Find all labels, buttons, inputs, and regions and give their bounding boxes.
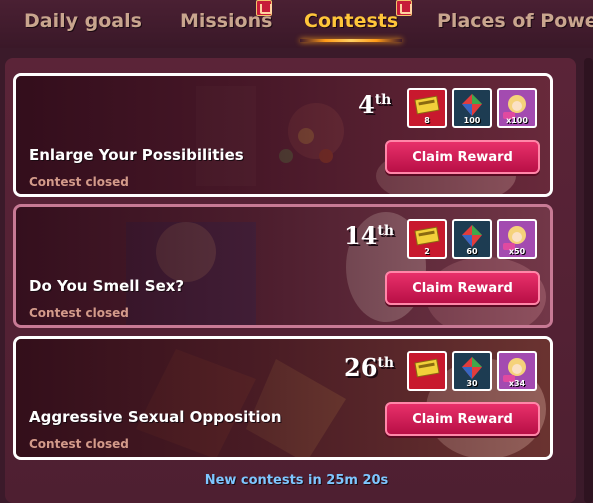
reward-amount: 2 bbox=[424, 247, 430, 256]
gems-reward[interactable]: 60 bbox=[452, 219, 492, 259]
kobans-reward[interactable]: 2 bbox=[407, 219, 447, 259]
reward-amount: 60 bbox=[466, 247, 478, 256]
reward-amount: x34 bbox=[508, 379, 526, 388]
contest-rank: 4th bbox=[358, 90, 391, 119]
tab-places-of-power[interactable]: Places of Power bbox=[437, 10, 593, 38]
contest-title: Do You Smell Sex? bbox=[29, 277, 185, 295]
tab-missions[interactable]: Missions bbox=[180, 0, 272, 38]
tab-contests[interactable]: Contests bbox=[299, 0, 412, 42]
kobans-reward[interactable] bbox=[407, 351, 447, 391]
rank-suffix: th bbox=[377, 223, 395, 239]
tab-contests-label: Contests bbox=[304, 10, 399, 32]
reward-amount: 100 bbox=[463, 116, 481, 125]
contest-card: Do You Smell Sex? Contest closed 14th 2 … bbox=[13, 204, 553, 328]
rank-number: 4 bbox=[358, 90, 375, 119]
gems-reward[interactable]: 100 bbox=[452, 88, 492, 128]
avatar-reward[interactable]: x50 bbox=[497, 219, 537, 259]
contest-status: Contest closed bbox=[29, 437, 129, 451]
reward-amount: x50 bbox=[508, 247, 526, 256]
avatar-reward[interactable]: x34 bbox=[497, 351, 537, 391]
contest-status: Contest closed bbox=[29, 175, 129, 189]
contest-rank: 26th bbox=[344, 353, 394, 382]
contest-card: Aggressive Sexual Opposition Contest clo… bbox=[13, 336, 553, 460]
reward-amount: 8 bbox=[424, 116, 430, 125]
rank-number: 14 bbox=[344, 221, 378, 250]
rank-suffix: th bbox=[374, 92, 392, 108]
reward-amount: x100 bbox=[506, 116, 528, 125]
new-contests-timer: New contests in 25m 20s bbox=[204, 473, 389, 488]
claim-reward-button[interactable]: Claim Reward bbox=[385, 271, 540, 305]
tab-bar: Daily goals Missions Contests Places of … bbox=[0, 0, 593, 48]
contest-title: Aggressive Sexual Opposition bbox=[29, 408, 282, 426]
notification-icon bbox=[396, 0, 412, 16]
claim-reward-button[interactable]: Claim Reward bbox=[385, 140, 540, 174]
contest-title: Enlarge Your Possibilities bbox=[29, 146, 244, 164]
scrollbar[interactable] bbox=[584, 58, 593, 503]
contest-status: Contest closed bbox=[29, 306, 129, 320]
rank-suffix: th bbox=[377, 355, 395, 371]
contest-rank: 14th bbox=[344, 221, 394, 250]
reward-amount: 30 bbox=[466, 379, 478, 388]
avatar-reward[interactable]: x100 bbox=[497, 88, 537, 128]
claim-reward-button[interactable]: Claim Reward bbox=[385, 402, 540, 436]
notification-icon bbox=[256, 0, 272, 16]
rank-number: 26 bbox=[344, 353, 378, 382]
contest-card: Enlarge Your Possibilities Contest close… bbox=[13, 73, 553, 197]
tab-daily-goals[interactable]: Daily goals bbox=[24, 10, 142, 38]
gems-reward[interactable]: 30 bbox=[452, 351, 492, 391]
kobans-icon bbox=[414, 358, 440, 378]
kobans-reward[interactable]: 8 bbox=[407, 88, 447, 128]
